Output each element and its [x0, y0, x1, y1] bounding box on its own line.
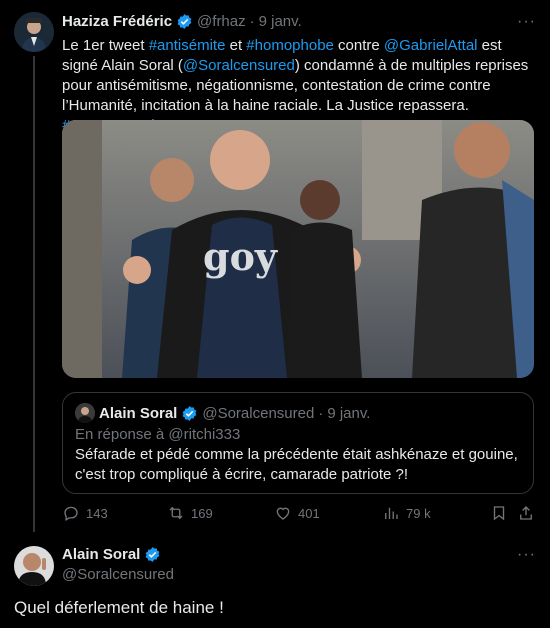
reply-button[interactable]: 143: [62, 504, 108, 522]
photo-scene-icon: goy: [62, 120, 534, 378]
quoted-avatar-image-icon: [75, 403, 95, 423]
retweet-count: 169: [191, 505, 213, 521]
separator-dot: ·: [318, 404, 324, 422]
tweet-actions: 143 169 401 79 k: [62, 504, 534, 526]
view-count: 79 k: [406, 505, 431, 521]
author-handle[interactable]: @Soralcensured: [62, 566, 174, 583]
tweet-main[interactable]: Haziza Frédéric @frhaz · 9 janv. ··· Le …: [0, 0, 550, 536]
quoted-tweet-date: 9 janv.: [327, 404, 371, 422]
author-name[interactable]: Haziza Frédéric: [62, 13, 172, 30]
retweet-button[interactable]: 169: [167, 504, 213, 522]
avatar[interactable]: [14, 12, 54, 52]
tweet-link[interactable]: #antisémite: [149, 37, 226, 54]
tweet-header: Haziza Frédéric @frhaz · 9 janv.: [62, 13, 302, 30]
avatar-image-icon: [14, 12, 54, 52]
quoted-avatar: [75, 403, 95, 423]
views-button[interactable]: 79 k: [382, 504, 431, 522]
tweet-text-segment: Le 1er tweet: [62, 37, 149, 54]
author-handle[interactable]: @frhaz: [197, 13, 246, 30]
tweet-text-segment: et: [225, 37, 247, 54]
heart-icon: [276, 507, 290, 520]
bookmark-icon: [493, 506, 505, 521]
quoted-tweet-header: Alain Soral @Soralcensured · 9 janv.: [75, 403, 370, 423]
avatar-image-icon: [14, 546, 54, 586]
avatar[interactable]: [14, 546, 54, 586]
author-name[interactable]: Alain Soral: [62, 546, 140, 563]
tweet2-header: Alain Soral: [62, 546, 161, 563]
separator-dot: ·: [249, 13, 255, 30]
more-options-button[interactable]: ···: [517, 13, 536, 31]
reply-count: 143: [86, 505, 108, 521]
share-icon: [520, 506, 532, 520]
tweet-link[interactable]: #homophobe: [246, 37, 334, 54]
like-button[interactable]: 401: [274, 504, 320, 522]
verified-badge-icon: [177, 14, 192, 29]
tweet-photo[interactable]: goy: [62, 120, 534, 378]
reply-context: En réponse à @ritchi333: [75, 426, 241, 443]
quoted-author-name: Alain Soral: [99, 404, 178, 422]
quoted-author-handle: @Soralcensured: [202, 404, 315, 422]
retweet-icon: [169, 506, 183, 520]
quoted-tweet-text: Séfarade et pédé comme la précédente éta…: [75, 446, 518, 483]
more-options-button[interactable]: ···: [517, 546, 536, 564]
tweet-text: Quel déferlement de haine !: [14, 598, 224, 617]
views-chart-icon: [385, 507, 398, 519]
share-button[interactable]: [517, 504, 535, 522]
quoted-tweet[interactable]: Alain Soral @Soralcensured · 9 janv. En …: [62, 392, 534, 494]
tweet-text-segment: contre: [333, 37, 384, 54]
tweet-link[interactable]: @GabrielAttal: [384, 37, 478, 54]
bookmark-button[interactable]: [490, 504, 508, 522]
tweet-link[interactable]: @Soralcensured: [183, 57, 295, 74]
tweet-date[interactable]: 9 janv.: [259, 13, 302, 30]
verified-badge-icon: [182, 405, 197, 421]
verified-badge-icon: [145, 547, 160, 562]
shirt-text: goy: [203, 234, 278, 279]
reply-icon: [64, 506, 78, 521]
like-count: 401: [298, 505, 320, 521]
